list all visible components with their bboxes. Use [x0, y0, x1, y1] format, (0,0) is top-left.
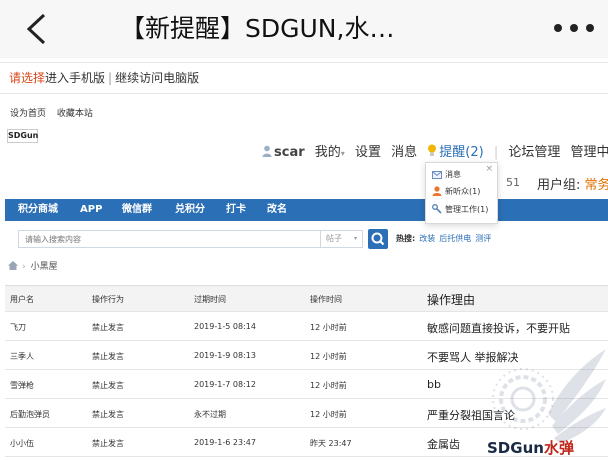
watermark-brand-suffix: 水弹	[543, 439, 574, 457]
user-icon	[262, 145, 272, 157]
user-group-label: 用户组:	[537, 178, 581, 193]
points-fragment: 51	[506, 176, 520, 189]
nav-item-rename[interactable]: 改名	[267, 199, 287, 221]
hot-search-keyword[interactable]: 改装	[419, 234, 435, 243]
row-reason: 金属齿	[427, 438, 460, 451]
notification-popup: × 消息 新听众(1) 管理工作(1)	[425, 162, 498, 224]
user-group: 用户组: 常务	[537, 174, 608, 193]
my-menu[interactable]: 我的▾	[315, 143, 345, 164]
my-menu-label: 我的	[314, 145, 341, 160]
more-dots-icon[interactable]	[552, 20, 600, 36]
row-time: 12 小时前	[310, 352, 347, 361]
breadcrumb: › 小黑屋	[8, 259, 58, 272]
page-title: 【新提醒】SDGUN,水…	[120, 14, 395, 43]
column-header-username: 用户名	[10, 295, 34, 304]
row-expiry: 2019-1-6 23:47	[194, 438, 256, 447]
search-icon	[371, 232, 385, 246]
watermark-brand: SDGun水弹	[487, 437, 574, 458]
main-nav: 积分商城 APP 微信群 兑积分 打卡 改名	[5, 199, 608, 221]
top-links: 设为首页 收藏本站	[10, 106, 101, 119]
app-bar: 【新提醒】SDGUN,水…	[0, 0, 608, 58]
reminder-link[interactable]: 提醒(2)	[427, 143, 484, 163]
row-time: 12 小时前	[310, 323, 347, 332]
row-expiry: 2019-1-7 08:12	[194, 380, 256, 389]
popup-item-messages[interactable]: 消息	[432, 169, 461, 181]
search-type-value: 帖子	[326, 234, 342, 243]
search-type-select[interactable]: 帖子 ▾	[321, 230, 363, 248]
desktop-version-link[interactable]: 继续访问电脑版	[115, 71, 199, 85]
bookmark-link[interactable]: 收藏本站	[57, 109, 93, 119]
user-menu[interactable]: scar	[262, 143, 305, 163]
row-action: 禁止发言	[92, 381, 124, 390]
row-time: 12 小时前	[310, 381, 347, 390]
nav-item-redeem-points[interactable]: 兑积分	[175, 199, 205, 221]
popup-item-new-followers[interactable]: 新听众(1)	[432, 186, 480, 198]
hot-search-keyword[interactable]: 后托供电	[439, 234, 471, 243]
nav-item-app[interactable]: APP	[80, 199, 102, 221]
user-nav: scar 我的▾ 设置 消息 提醒(2) | 论坛管理 管理中心	[262, 143, 608, 163]
row-time: 昨天 23:47	[310, 439, 352, 448]
row-username[interactable]: 后勤泡弹员	[10, 409, 50, 420]
row-username[interactable]: 三季人	[10, 351, 34, 362]
column-header-reason: 操作理由	[427, 293, 476, 307]
settings-link[interactable]: 设置	[355, 143, 381, 163]
row-username[interactable]: 小小伍	[10, 438, 34, 449]
mobile-version-notice: 请选择进入手机版 | 继续访问电脑版	[0, 62, 608, 94]
wrench-icon	[432, 204, 442, 214]
admin-center-link[interactable]: 管理中心	[571, 143, 608, 163]
row-time: 12 小时前	[310, 410, 347, 419]
close-icon[interactable]: ×	[485, 164, 493, 174]
set-home-link[interactable]: 设为首页	[10, 109, 46, 119]
nav-item-wechat-group[interactable]: 微信群	[122, 199, 152, 221]
row-reason: 敏感问题直接投诉，不要开贴	[427, 322, 570, 335]
row-action: 禁止发言	[92, 352, 124, 361]
breadcrumb-separator: ›	[22, 262, 26, 272]
breadcrumb-current[interactable]: 小黑屋	[31, 262, 58, 272]
nav-separator: |	[493, 145, 499, 160]
row-expiry: 永不过期	[194, 410, 226, 419]
table-header-row: 用户名 操作行为 过期时间 操作时间 操作理由	[5, 286, 608, 312]
row-expiry: 2019-1-9 08:13	[194, 351, 256, 360]
hot-searches: 热搜: 改装 后托供电 测评	[396, 233, 491, 244]
notice-prompt: 请选择	[9, 71, 46, 85]
row-action: 禁止发言	[92, 323, 124, 332]
user-group-value[interactable]: 常务	[585, 178, 608, 193]
envelope-icon	[432, 171, 442, 179]
hot-search-keyword[interactable]: 测评	[475, 234, 491, 243]
row-expiry: 2019-1-5 08:14	[194, 322, 256, 331]
row-action: 禁止发言	[92, 439, 124, 448]
row-username[interactable]: 飞刀	[10, 322, 26, 333]
site-logo[interactable]: SDGun	[7, 129, 38, 143]
user-icon	[432, 186, 442, 196]
lightbulb-icon	[428, 144, 437, 156]
forum-admin-link[interactable]: 论坛管理	[508, 143, 560, 163]
row-action: 禁止发言	[92, 410, 124, 419]
popup-item-admin-work[interactable]: 管理工作(1)	[432, 204, 488, 216]
messages-link[interactable]: 消息	[391, 143, 417, 163]
column-header-action: 操作行为	[92, 295, 124, 304]
reminder-label: 提醒(2)	[439, 145, 484, 160]
row-username[interactable]: 雪弹枪	[10, 380, 34, 391]
popup-item-label: 管理工作(1)	[445, 205, 489, 214]
notice-separator: |	[108, 71, 113, 85]
column-header-time: 操作时间	[310, 295, 342, 304]
column-header-expiry: 过期时间	[194, 295, 226, 304]
hot-search-label: 热搜:	[396, 234, 416, 243]
watermark-brand-name: SDGun	[487, 439, 544, 457]
username: scar	[274, 145, 305, 160]
chevron-left-icon[interactable]	[24, 12, 50, 46]
popup-item-label: 消息	[445, 170, 461, 179]
search-input[interactable]	[18, 230, 321, 248]
home-icon[interactable]	[8, 261, 18, 270]
popup-item-label: 新听众(1)	[445, 187, 481, 196]
chevron-down-icon: ▾	[353, 235, 357, 242]
table-row: 飞刀 禁止发言 2019-1-5 08:14 12 小时前 敏感问题直接投诉，不…	[5, 312, 608, 341]
nav-item-check-in[interactable]: 打卡	[226, 199, 246, 221]
search-button[interactable]	[368, 229, 388, 249]
row-reason: bb	[427, 378, 441, 391]
mobile-version-link[interactable]: 进入手机版	[45, 71, 105, 85]
nav-item-points-mall[interactable]: 积分商城	[18, 199, 58, 221]
chevron-down-icon: ▾	[340, 149, 345, 158]
